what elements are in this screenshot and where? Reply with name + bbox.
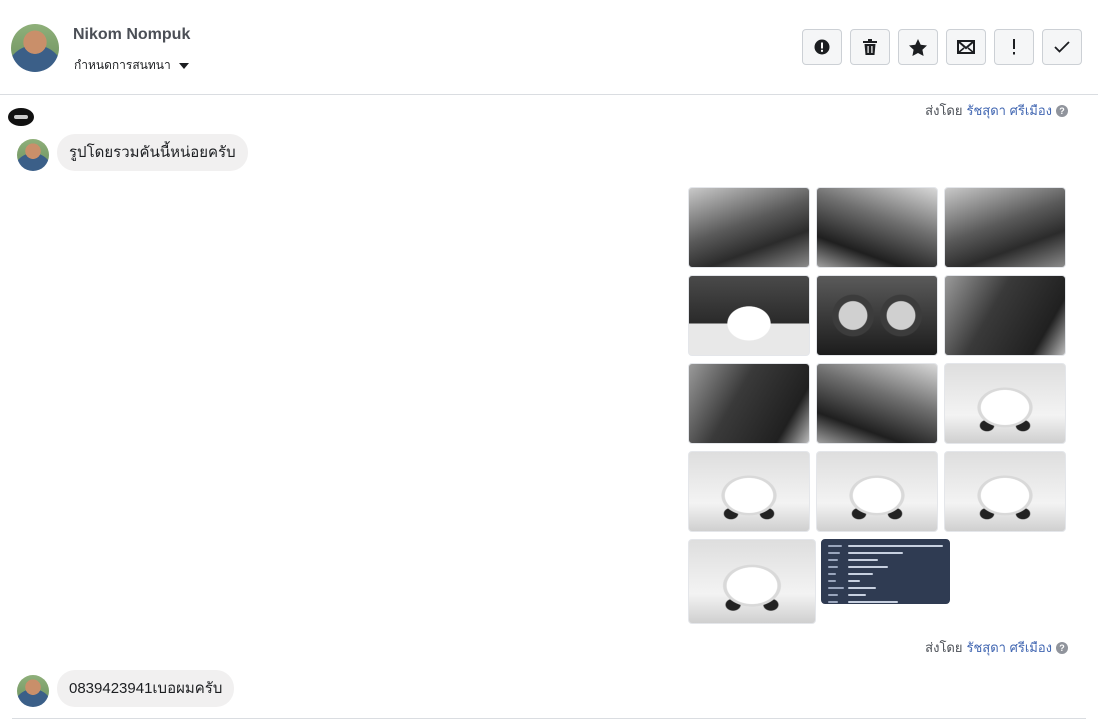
conversation-header: Nikom Nompuk กำหนดการสนทนา: [0, 0, 1098, 95]
question-icon[interactable]: ?: [1056, 641, 1068, 654]
avatar[interactable]: [17, 139, 49, 171]
photo-thumbnail[interactable]: [944, 275, 1066, 356]
check-icon: [1054, 41, 1070, 53]
photo-thumbnail[interactable]: [816, 275, 938, 356]
photo-thumbnail[interactable]: [944, 363, 1066, 444]
photo-thumbnail[interactable]: [688, 451, 810, 532]
photo-thumbnail-document[interactable]: [821, 539, 950, 604]
sent-by-label: ส่งโดย รัชสุดา ศรีเมือง ?: [925, 637, 1068, 658]
agent-link[interactable]: รัชสุดา ศรีเมือง: [967, 100, 1053, 121]
page-logo: [8, 108, 34, 126]
assign-conversation-dropdown[interactable]: กำหนดการสนทนา: [74, 56, 189, 75]
sent-by-label: ส่งโดย รัชสุดา ศรีเมือง ?: [925, 100, 1068, 121]
message-bubble[interactable]: รูปโดยรวมคันนี้หน่อยครับ: [57, 134, 248, 171]
mark-unread-button[interactable]: [946, 29, 986, 65]
question-icon[interactable]: ?: [1056, 104, 1068, 117]
photo-thumbnail[interactable]: [944, 451, 1066, 532]
star-icon: [909, 38, 927, 56]
important-button[interactable]: [994, 29, 1034, 65]
agent-link[interactable]: รัชสุดา ศรีเมือง: [967, 637, 1053, 658]
photo-thumbnail[interactable]: [816, 187, 938, 268]
composer-divider: [12, 718, 1086, 719]
report-button[interactable]: [802, 29, 842, 65]
star-button[interactable]: [898, 29, 938, 65]
avatar[interactable]: [11, 24, 59, 72]
photo-thumbnail[interactable]: [688, 187, 810, 268]
avatar[interactable]: [17, 675, 49, 707]
caret-down-icon: [178, 62, 189, 69]
photo-thumbnail[interactable]: [688, 275, 810, 356]
message-bubble[interactable]: 0839423941เบอผมครับ: [57, 670, 235, 707]
alert-circle-icon: [814, 39, 830, 55]
exclamation-icon: [1013, 39, 1015, 55]
delete-button[interactable]: [850, 29, 890, 65]
envelope-icon: [957, 40, 975, 54]
photo-thumbnail[interactable]: [816, 451, 938, 532]
photo-thumbnail[interactable]: [816, 363, 938, 444]
trash-icon: [863, 39, 877, 55]
photo-thumbnail[interactable]: [944, 187, 1066, 268]
assign-label: กำหนดการสนทนา: [74, 58, 171, 72]
photo-thumbnail[interactable]: [688, 539, 816, 624]
photo-thumbnail[interactable]: [688, 363, 810, 444]
contact-name[interactable]: Nikom Nompuk: [73, 26, 190, 44]
done-button[interactable]: [1042, 29, 1082, 65]
